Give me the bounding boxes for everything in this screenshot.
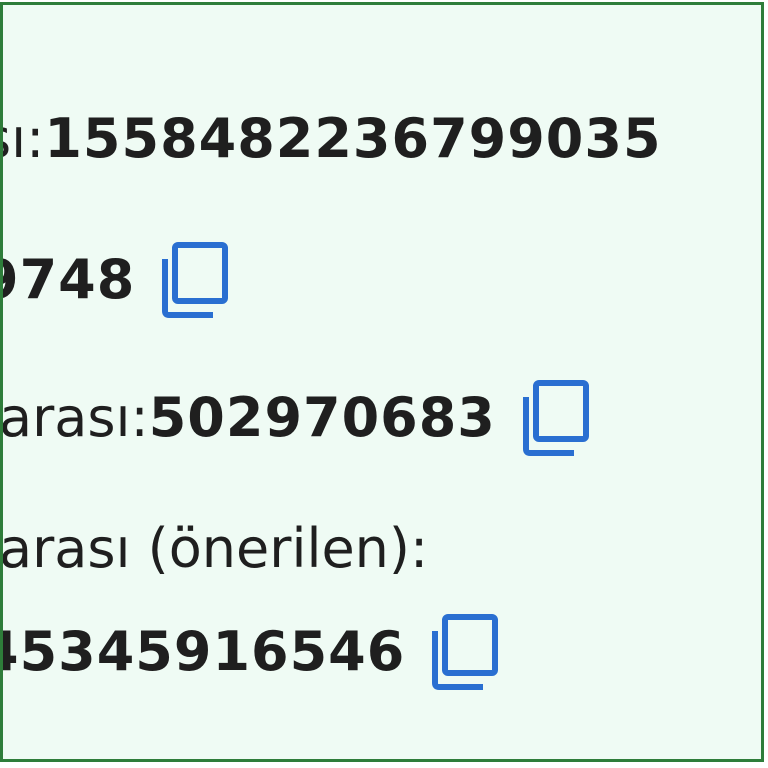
id-label: sı: [3,107,45,170]
copy-icon [162,242,229,318]
copy-id-button[interactable] [161,241,229,319]
id-continuation-row: 9748 [3,241,229,319]
id-value-tail: 9748 [3,248,136,311]
copy-suggested-number-button[interactable] [431,613,499,691]
suggested-number-label-row: arası (önerilen): [0,517,429,581]
suggested-number-value: 45345916546 [0,620,406,683]
number-row: arası: 502970683 [0,379,590,457]
number-value: 502970683 [148,386,496,449]
suggested-number-row: 45345916546 [0,613,499,691]
copy-number-button[interactable] [522,379,590,457]
copy-icon [522,380,589,456]
info-panel: sı: 1558482236799035 9748 arası: 5029706… [0,2,764,762]
copy-icon [432,614,499,690]
suggested-number-label: arası (önerilen): [0,517,429,580]
id-value: 1558482236799035 [44,107,662,170]
id-row: sı: 1558482236799035 [3,107,662,171]
number-label: arası: [0,386,149,449]
